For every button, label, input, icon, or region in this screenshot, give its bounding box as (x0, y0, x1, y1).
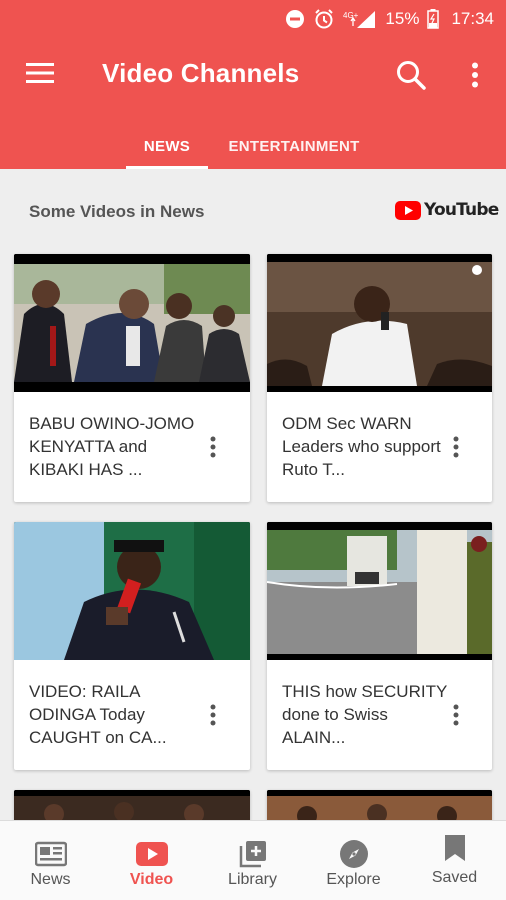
nav-label: Library (228, 871, 277, 888)
nav-label: Saved (431, 869, 478, 886)
more-vert-icon (453, 436, 459, 458)
video-card[interactable]: ODM Sec WARN Leaders who support Ruto T.… (267, 254, 492, 502)
tab-bar: NEWS ENTERTAINMENT (0, 124, 506, 169)
hamburger-icon (26, 63, 54, 83)
search-button[interactable] (392, 56, 430, 94)
signal-icon: 4G+ (343, 9, 377, 29)
video-thumbnail[interactable] (267, 522, 492, 660)
more-vert-icon (472, 62, 478, 88)
section-title: Some Videos in News (29, 202, 205, 221)
youtube-play-icon (395, 200, 421, 220)
video-thumbnail[interactable] (14, 254, 250, 392)
tab-entertainment[interactable]: ENTERTAINMENT (222, 124, 366, 169)
video-card[interactable]: THIS how SECURITY done to Swiss ALAIN... (267, 522, 492, 770)
youtube-logo: YouTube (395, 200, 499, 220)
video-options-button[interactable] (202, 700, 224, 730)
network-type: 4G+ (343, 11, 359, 20)
alarm-icon (313, 8, 335, 30)
clock: 17:34 (451, 9, 494, 28)
status-icons: 4G+ 15% 17:34 (285, 7, 494, 31)
video-options-button[interactable] (202, 432, 224, 462)
more-vert-icon (210, 436, 216, 458)
video-card-body: THIS how SECURITY done to Swiss ALAIN... (267, 660, 492, 770)
nav-label: Video (129, 871, 174, 888)
do-not-disturb-icon (285, 9, 305, 29)
nav-saved[interactable]: Saved (404, 821, 505, 900)
more-vert-icon (453, 704, 459, 726)
video-card[interactable]: BABU OWINO-JOMO KENYATTA and KIBAKI HAS … (14, 254, 250, 502)
nav-library[interactable]: Library (202, 821, 303, 900)
video-options-button[interactable] (445, 700, 467, 730)
tab-indicator (126, 166, 208, 169)
video-title[interactable]: BABU OWINO-JOMO KENYATTA and KIBAKI HAS … (29, 412, 199, 481)
nav-label: News (30, 871, 71, 888)
app-bar: Video Channels NEWS ENTERTAINMENT (0, 36, 506, 169)
video-card-body: BABU OWINO-JOMO KENYATTA and KIBAKI HAS … (14, 392, 250, 502)
bookmark-icon (437, 833, 473, 863)
more-vert-icon (210, 704, 216, 726)
newspaper-icon (33, 839, 69, 869)
battery-percent: 15% (385, 9, 420, 28)
menu-button[interactable] (20, 58, 60, 88)
tab-news[interactable]: NEWS (126, 124, 208, 169)
library-icon (235, 839, 271, 869)
section-header: Some Videos in News YouTube (0, 190, 506, 234)
nav-label: Explore (326, 871, 381, 888)
video-thumbnail[interactable] (14, 522, 250, 660)
video-title[interactable]: VIDEO: RAILA ODINGA Today CAUGHT on CA..… (29, 680, 199, 749)
youtube-wordmark: YouTube (424, 200, 499, 220)
nav-video[interactable]: Video (101, 821, 202, 900)
search-icon (397, 61, 426, 90)
status-bar: 4G+ 15% 17:34 (0, 0, 506, 36)
video-title[interactable]: THIS how SECURITY done to Swiss ALAIN... (282, 680, 452, 749)
compass-icon (336, 839, 372, 869)
video-options-button[interactable] (445, 432, 467, 462)
video-icon (134, 839, 170, 869)
video-card-body: ODM Sec WARN Leaders who support Ruto T.… (267, 392, 492, 502)
video-card-body: VIDEO: RAILA ODINGA Today CAUGHT on CA..… (14, 660, 250, 770)
overflow-menu-button[interactable] (462, 58, 488, 92)
video-card[interactable]: VIDEO: RAILA ODINGA Today CAUGHT on CA..… (14, 522, 250, 770)
battery-icon (427, 9, 440, 29)
bottom-navigation: News Video Library Explore Saved (0, 820, 506, 900)
nav-explore[interactable]: Explore (303, 821, 404, 900)
page-title: Video Channels (102, 58, 300, 88)
nav-news[interactable]: News (0, 821, 101, 900)
video-thumbnail[interactable] (267, 254, 492, 392)
video-title[interactable]: ODM Sec WARN Leaders who support Ruto T.… (282, 412, 452, 481)
